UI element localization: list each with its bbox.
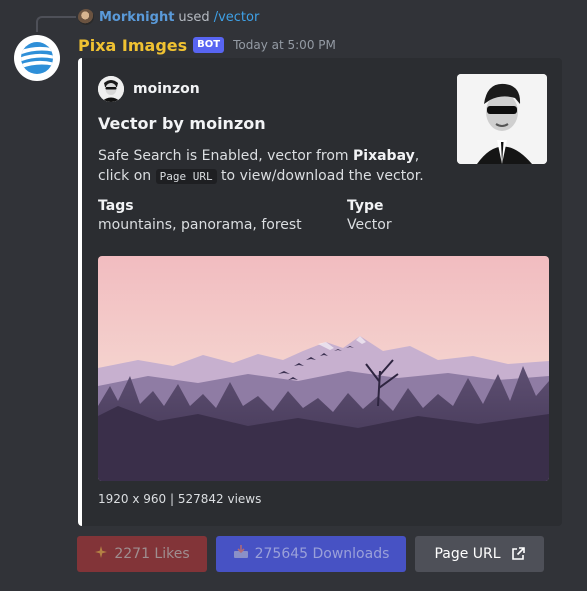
author-avatar [98, 76, 124, 102]
page-url-label: Page URL [434, 546, 501, 562]
description-text: Safe Search is Enabled, vector from [98, 148, 354, 164]
bot-username[interactable]: Pixa Images [78, 36, 187, 55]
mountain-landscape-image [98, 256, 549, 481]
description-text: to view/download the vector. [216, 168, 424, 184]
field-name: Tags [98, 198, 134, 214]
embed-footer: 1920 x 960 | 527842 views [98, 492, 262, 506]
bot-badge: BOT [193, 37, 225, 53]
bot-avatar[interactable] [14, 35, 60, 81]
embed-author-name[interactable]: moinzon [133, 81, 200, 97]
downloads-label: 275645 Downloads [254, 546, 390, 562]
inline-code: Page URL [155, 169, 217, 184]
embed-card: moinzon Vector by moinzon Safe Search is… [78, 58, 562, 526]
external-link-icon [511, 547, 525, 561]
embed-title: Vector by moinzon [98, 114, 266, 133]
embed-description: Safe Search is Enabled, vector from Pixa… [98, 146, 453, 187]
sparkles-icon [94, 545, 108, 563]
field-value: Vector [347, 217, 392, 233]
message-timestamp: Today at 5:00 PM [233, 38, 336, 52]
reply-reference[interactable]: Morknight used /vector [78, 8, 259, 26]
source-name: Pixabay [353, 148, 415, 164]
message-header: Pixa Images BOT Today at 5:00 PM [78, 34, 336, 56]
downloads-button[interactable]: 275645 Downloads [216, 536, 406, 572]
field-value: mountains, panorama, forest [98, 217, 302, 233]
embed-author: moinzon [98, 76, 200, 102]
slash-command[interactable]: /vector [214, 10, 260, 25]
inbox-tray-icon [233, 545, 249, 563]
field-type: Type Vector [347, 198, 392, 233]
embed-image[interactable] [98, 256, 549, 481]
likes-button[interactable]: 2271 Likes [77, 536, 207, 572]
field-tags: Tags mountains, panorama, forest [98, 198, 302, 233]
likes-label: 2271 Likes [114, 546, 190, 562]
reply-connector-line [36, 16, 76, 32]
author-thumbnail[interactable] [457, 74, 547, 164]
page-url-button[interactable]: Page URL [415, 536, 544, 572]
field-name: Type [347, 198, 384, 214]
globe-logo-icon [21, 42, 53, 74]
replied-username[interactable]: Morknight [99, 10, 174, 25]
reply-used-text: used [178, 9, 210, 25]
replied-user-avatar[interactable] [78, 9, 94, 25]
